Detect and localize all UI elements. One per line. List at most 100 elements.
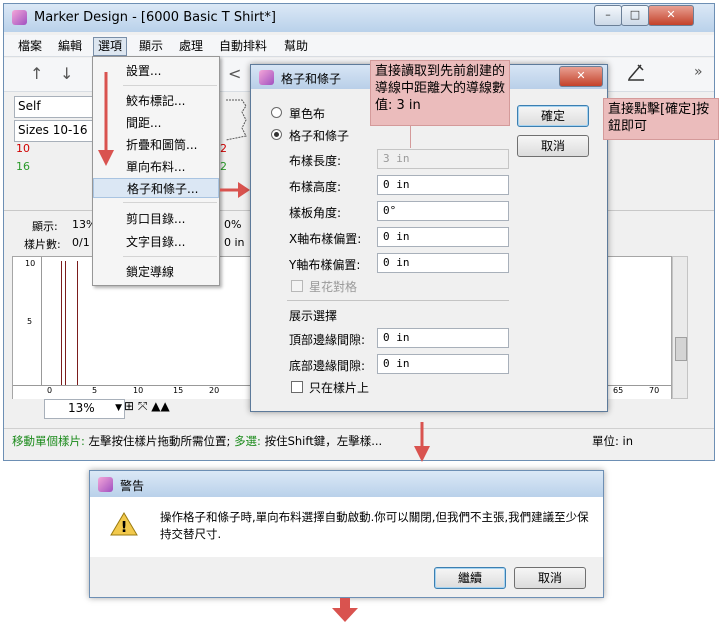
- arrow-down-icon: [332, 598, 358, 622]
- menu-bar: 檔案 編輯 選項 顯示 處理 自動排料 幫助: [4, 35, 714, 57]
- guide-line[interactable]: [65, 261, 66, 385]
- menu-edit[interactable]: 編輯: [54, 38, 86, 55]
- maximize-button[interactable]: □: [621, 5, 649, 26]
- units-label: 單位: in: [592, 434, 634, 448]
- ruler-label: 0: [47, 386, 53, 395]
- field-label: 樣板角度:: [289, 206, 342, 220]
- only-on-piece-checkbox[interactable]: [291, 381, 303, 393]
- piece-outline: [225, 99, 247, 141]
- callout-note: 直接讀取到先前創建的導線中距離大的導線數值: 3 in: [370, 60, 510, 126]
- top-gap-label: 頂部邊緣間隙:: [289, 333, 366, 347]
- pieces-label: 樣片數:: [24, 238, 61, 251]
- pen-tool-icon[interactable]: [626, 62, 646, 86]
- menu-item-plaid-stripe[interactable]: 格子和條子...: [93, 178, 219, 198]
- menu-process[interactable]: 處理: [175, 38, 207, 55]
- warning-title-bar: 警告: [90, 471, 603, 497]
- callout-line: [410, 126, 411, 148]
- menu-options[interactable]: 選項: [93, 37, 128, 56]
- arrow-down-icon: [98, 72, 114, 166]
- ruler-label: 10: [133, 386, 144, 395]
- arrow-right-icon: [220, 182, 250, 198]
- radio-plaid-stripe[interactable]: [271, 129, 282, 140]
- field-label: 布樣高度:: [289, 180, 342, 194]
- in-value: 0 in: [224, 236, 245, 249]
- percent-value: 0%: [224, 218, 242, 231]
- warning-triangle-icon: !: [110, 512, 138, 536]
- menu-separator: [123, 85, 217, 86]
- field-label: X軸布樣偏置:: [289, 232, 362, 246]
- warning-message: 操作格子和條子時,單向布料選擇自動啟動.你可以關閉,但我們不主張,我們建議至少保…: [160, 510, 589, 541]
- display-label: 顯示:: [32, 220, 58, 233]
- arrow-down-icon: [414, 422, 430, 462]
- ruler-label: 70: [649, 386, 660, 395]
- divider: [287, 300, 509, 301]
- radio-solid-fabric[interactable]: [271, 107, 282, 118]
- pattern-height-input[interactable]: 0 in: [377, 175, 509, 195]
- guide-line[interactable]: [77, 261, 78, 385]
- warning-title: 警告: [120, 479, 145, 493]
- warning-app-icon: [98, 477, 113, 492]
- zoom-value: 13%: [68, 401, 95, 415]
- grid-value: 10: [16, 142, 30, 155]
- ruler-label: 10: [25, 259, 36, 268]
- menu-auto-nest[interactable]: 自動排料: [215, 38, 271, 55]
- guide-line[interactable]: [61, 261, 62, 385]
- ok-button[interactable]: 確定: [517, 105, 589, 127]
- y-offset-input[interactable]: 0 in: [377, 253, 509, 273]
- zoom-combo[interactable]: 13% ▼: [44, 399, 125, 419]
- status-hint-move: 移動單個樣片:: [12, 434, 85, 448]
- only-on-piece-label: 只在樣片上: [309, 381, 370, 395]
- field-label: 布樣長度:: [289, 154, 342, 168]
- x-offset-input[interactable]: 0 in: [377, 227, 509, 247]
- radio-plaid-label: 格子和條子: [289, 129, 350, 143]
- top-gap-input[interactable]: 0 in: [377, 328, 509, 348]
- callout-note: 直接點擊[確定]按鈕即可: [603, 98, 719, 140]
- display-section-label: 展示選擇: [289, 309, 338, 323]
- menu-separator: [123, 202, 217, 203]
- zoom-tools-icon[interactable]: ⊞ ⤧ ▲▲: [124, 399, 170, 414]
- menu-separator: [123, 256, 217, 257]
- menu-item-lock-guides[interactable]: 鎖定導線: [93, 262, 219, 282]
- pattern-angle-input[interactable]: 0°: [377, 201, 509, 221]
- status-hint-multi: 多選:: [234, 434, 261, 448]
- bottom-gap-input[interactable]: 0 in: [377, 354, 509, 374]
- grid-value: 2: [220, 142, 227, 155]
- continue-button[interactable]: 繼續: [434, 567, 506, 589]
- status-hint: 移動單個樣片: 左擊按住樣片拖動所需位置; 多選: 按住Shift鍵，左擊樣..…: [12, 433, 382, 449]
- menu-item-text-dir[interactable]: 文字目錄...: [93, 232, 219, 252]
- close-button[interactable]: ✕: [648, 5, 694, 26]
- minimize-button[interactable]: –: [594, 5, 622, 26]
- grid-value: 2: [220, 160, 227, 173]
- pattern-length-input: 3 in: [377, 149, 509, 169]
- menu-file[interactable]: 檔案: [14, 38, 46, 55]
- down-arrow-icon[interactable]: ↓: [60, 64, 73, 83]
- cancel-button[interactable]: 取消: [517, 135, 589, 157]
- status-hint-text: 左擊按住樣片拖動所需位置;: [84, 434, 235, 448]
- radio-solid-label: 單色布: [289, 107, 326, 121]
- ruler-label: 5: [92, 386, 98, 395]
- main-window-title: Marker Design - [6000 Basic T Shirt*]: [34, 10, 276, 25]
- bracket-icon[interactable]: <: [228, 64, 241, 83]
- dialog-icon: [259, 70, 274, 85]
- chevron-down-icon: ▼: [115, 403, 122, 413]
- warning-dialog: 警告 ! 操作格子和條子時,單向布料選擇自動啟動.你可以關閉,但我們不主張,我們…: [89, 470, 604, 598]
- ruler-label: 5: [27, 317, 33, 326]
- scrollbar-thumb[interactable]: [675, 337, 687, 361]
- dialog-title: 格子和條子: [281, 72, 342, 86]
- menu-view[interactable]: 顯示: [135, 38, 167, 55]
- vertical-scrollbar[interactable]: [672, 256, 688, 399]
- overflow-icon[interactable]: »: [694, 64, 703, 80]
- ruler-label: 20: [209, 386, 220, 395]
- field-label: Y軸布樣偏置:: [289, 258, 361, 272]
- warning-icon-glyph: !: [121, 518, 128, 536]
- menu-help[interactable]: 幫助: [280, 38, 312, 55]
- status-hint-text2: 按住Shift鍵，左擊樣...: [260, 434, 383, 448]
- pieces-value: 0/1: [72, 236, 90, 249]
- up-arrow-icon[interactable]: ↑: [30, 64, 43, 83]
- menu-item-notch-dir[interactable]: 剪口目錄...: [93, 209, 219, 229]
- status-bar: 移動單個樣片: 左擊按住樣片拖動所需位置; 多選: 按住Shift鍵，左擊樣..…: [4, 428, 714, 450]
- bottom-gap-label: 底部邊緣間隙:: [289, 359, 366, 373]
- dialog-close-button[interactable]: ✕: [559, 66, 603, 87]
- warning-cancel-button[interactable]: 取消: [514, 567, 586, 589]
- vertical-ruler: 10 5: [13, 257, 42, 398]
